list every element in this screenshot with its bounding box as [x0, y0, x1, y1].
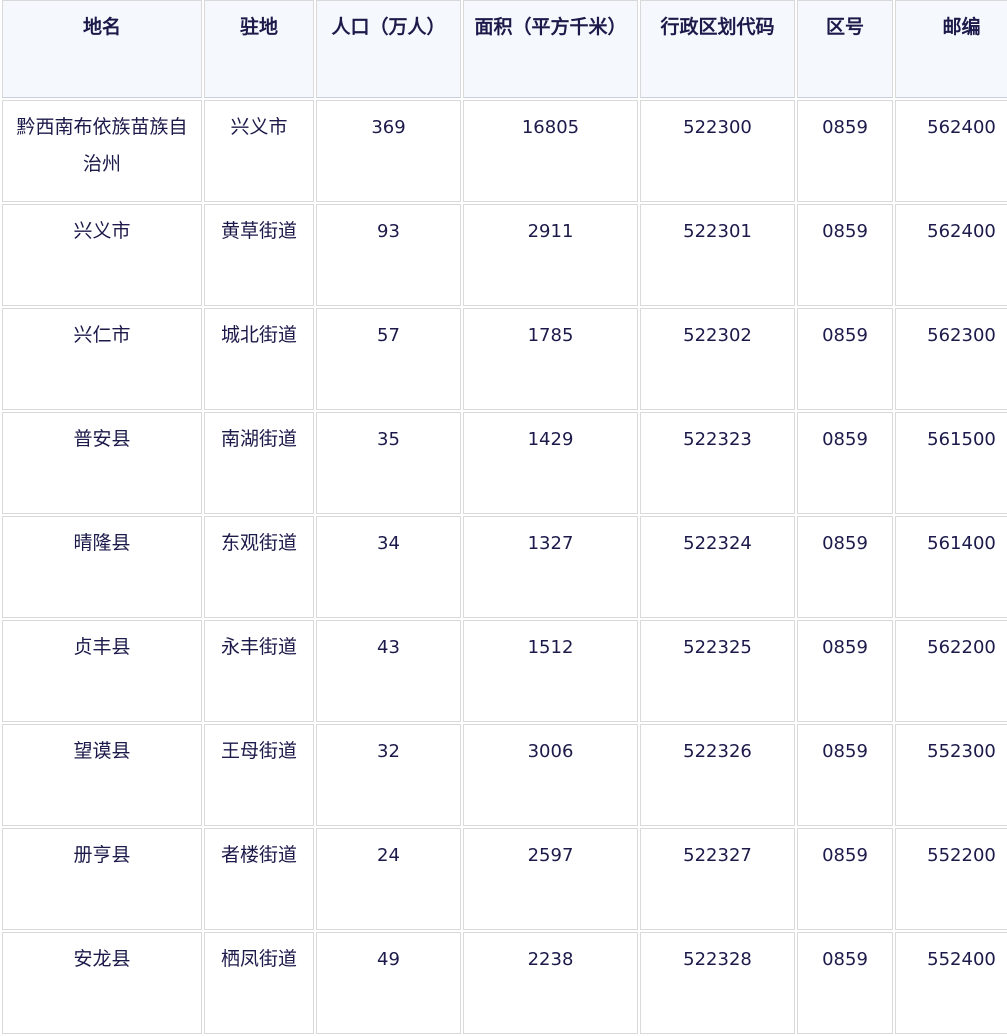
cell-area: 1327 — [463, 516, 638, 618]
cell-place-name: 望谟县 — [2, 724, 202, 826]
cell-area-code: 0859 — [797, 724, 893, 826]
cell-population: 24 — [316, 828, 461, 930]
cell-postal-code: 552400 — [895, 932, 1007, 1034]
table-row: 望谟县 王母街道 32 3006 522326 0859 552300 — [2, 724, 1007, 826]
cell-division-code: 522326 — [640, 724, 795, 826]
cell-division-code: 522302 — [640, 308, 795, 410]
column-header-seat: 驻地 — [204, 0, 314, 98]
column-header-population: 人口（万人） — [316, 0, 461, 98]
cell-seat: 城北街道 — [204, 308, 314, 410]
cell-population: 93 — [316, 204, 461, 306]
table-header-row: 地名 驻地 人口（万人） 面积（平方千米） 行政区划代码 区号 邮编 — [2, 0, 1007, 98]
cell-division-code: 522301 — [640, 204, 795, 306]
cell-postal-code: 561500 — [895, 412, 1007, 514]
cell-area: 2597 — [463, 828, 638, 930]
cell-seat: 兴义市 — [204, 100, 314, 202]
column-header-area: 面积（平方千米） — [463, 0, 638, 98]
cell-place-name: 兴仁市 — [2, 308, 202, 410]
cell-division-code: 522324 — [640, 516, 795, 618]
cell-division-code: 522323 — [640, 412, 795, 514]
cell-place-name: 普安县 — [2, 412, 202, 514]
column-header-postal-code: 邮编 — [895, 0, 1007, 98]
cell-postal-code: 562400 — [895, 204, 1007, 306]
table-row: 普安县 南湖街道 35 1429 522323 0859 561500 — [2, 412, 1007, 514]
cell-place-name: 贞丰县 — [2, 620, 202, 722]
table-row: 贞丰县 永丰街道 43 1512 522325 0859 562200 — [2, 620, 1007, 722]
cell-seat: 者楼街道 — [204, 828, 314, 930]
cell-area-code: 0859 — [797, 516, 893, 618]
cell-population: 57 — [316, 308, 461, 410]
cell-division-code: 522328 — [640, 932, 795, 1034]
table-row: 兴义市 黄草街道 93 2911 522301 0859 562400 — [2, 204, 1007, 306]
cell-area: 1429 — [463, 412, 638, 514]
cell-population: 49 — [316, 932, 461, 1034]
cell-seat: 栖凤街道 — [204, 932, 314, 1034]
table-row: 黔西南布依族苗族自治州 兴义市 369 16805 522300 0859 56… — [2, 100, 1007, 202]
cell-division-code: 522300 — [640, 100, 795, 202]
cell-place-name: 册亨县 — [2, 828, 202, 930]
cell-area-code: 0859 — [797, 204, 893, 306]
cell-postal-code: 562200 — [895, 620, 1007, 722]
cell-population: 35 — [316, 412, 461, 514]
cell-postal-code: 562300 — [895, 308, 1007, 410]
cell-area: 2238 — [463, 932, 638, 1034]
cell-area-code: 0859 — [797, 932, 893, 1034]
cell-population: 43 — [316, 620, 461, 722]
cell-place-name: 黔西南布依族苗族自治州 — [2, 100, 202, 202]
cell-division-code: 522325 — [640, 620, 795, 722]
cell-area: 2911 — [463, 204, 638, 306]
cell-postal-code: 562400 — [895, 100, 1007, 202]
cell-area-code: 0859 — [797, 620, 893, 722]
cell-seat: 王母街道 — [204, 724, 314, 826]
table-row: 晴隆县 东观街道 34 1327 522324 0859 561400 — [2, 516, 1007, 618]
column-header-division-code: 行政区划代码 — [640, 0, 795, 98]
cell-postal-code: 561400 — [895, 516, 1007, 618]
cell-seat: 黄草街道 — [204, 204, 314, 306]
cell-area: 3006 — [463, 724, 638, 826]
cell-place-name: 安龙县 — [2, 932, 202, 1034]
cell-division-code: 522327 — [640, 828, 795, 930]
cell-area: 16805 — [463, 100, 638, 202]
cell-seat: 南湖街道 — [204, 412, 314, 514]
prefecture-table: 地名 驻地 人口（万人） 面积（平方千米） 行政区划代码 区号 邮编 黔西南布依… — [0, 0, 1007, 1036]
column-header-place-name: 地名 — [2, 0, 202, 98]
cell-area-code: 0859 — [797, 412, 893, 514]
cell-area: 1512 — [463, 620, 638, 722]
cell-population: 32 — [316, 724, 461, 826]
cell-area-code: 0859 — [797, 828, 893, 930]
cell-seat: 东观街道 — [204, 516, 314, 618]
cell-place-name: 晴隆县 — [2, 516, 202, 618]
cell-area-code: 0859 — [797, 308, 893, 410]
cell-area-code: 0859 — [797, 100, 893, 202]
cell-seat: 永丰街道 — [204, 620, 314, 722]
cell-postal-code: 552200 — [895, 828, 1007, 930]
cell-area: 1785 — [463, 308, 638, 410]
cell-population: 34 — [316, 516, 461, 618]
table-row: 兴仁市 城北街道 57 1785 522302 0859 562300 — [2, 308, 1007, 410]
cell-postal-code: 552300 — [895, 724, 1007, 826]
cell-place-name: 兴义市 — [2, 204, 202, 306]
cell-population: 369 — [316, 100, 461, 202]
table-row: 安龙县 栖凤街道 49 2238 522328 0859 552400 — [2, 932, 1007, 1034]
table-row: 册亨县 者楼街道 24 2597 522327 0859 552200 — [2, 828, 1007, 930]
column-header-area-code: 区号 — [797, 0, 893, 98]
